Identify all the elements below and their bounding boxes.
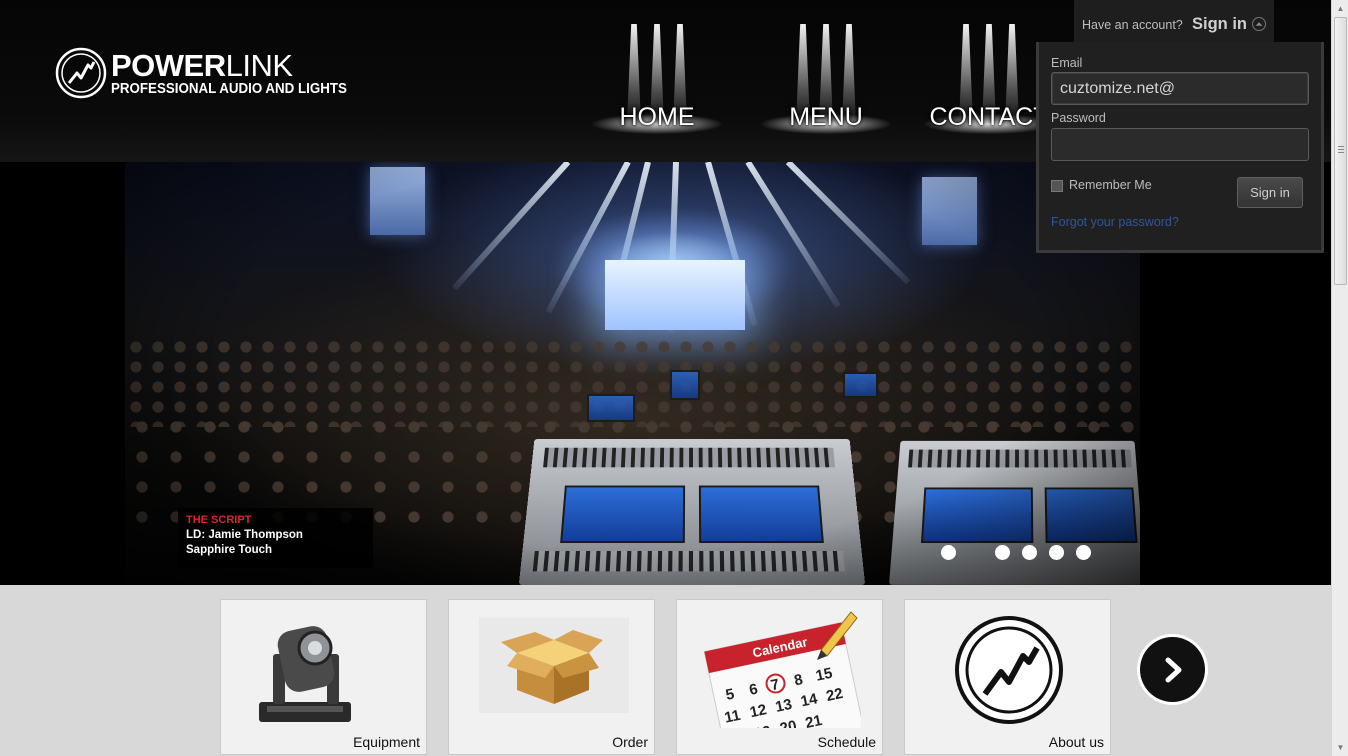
caption-line-console: Sapphire Touch — [186, 544, 273, 556]
account-bar: Have an account? Sign in — [1074, 0, 1274, 44]
logo-text: POWERLINK PROFESSIONAL AUDIO AND LIGHTS — [111, 50, 367, 97]
remember-me-label: Remember Me — [1069, 178, 1152, 192]
password-label: Password — [1051, 111, 1106, 125]
svg-text:12: 12 — [748, 701, 768, 721]
nav-link-home[interactable]: HOME — [582, 103, 732, 132]
signin-panel: Email Password Remember Me Sign in Forgo… — [1036, 42, 1324, 253]
scroll-up-arrow[interactable]: ▲ — [1332, 0, 1348, 17]
logo-title-bold: POWER — [111, 47, 226, 83]
slider-pagination — [941, 545, 1091, 560]
tile-label-schedule: Schedule — [817, 734, 876, 750]
svg-text:22: 22 — [825, 685, 845, 705]
svg-text:15: 15 — [814, 665, 834, 685]
tile-label-equipment: Equipment — [353, 734, 420, 750]
remember-me-checkbox[interactable] — [1051, 180, 1063, 192]
powerlink-logo-icon — [955, 616, 1063, 724]
slider-dot[interactable] — [1076, 545, 1091, 560]
scroll-down-arrow[interactable]: ▼ — [1332, 739, 1348, 756]
tile-label-about-us: About us — [1048, 734, 1104, 750]
logo-title: POWERLINK — [111, 50, 367, 81]
svg-text:13: 13 — [774, 696, 794, 716]
calendar-icon: Calendar 5 6 7 8 15 11 12 13 14 22 19 20… — [703, 611, 861, 728]
signin-button[interactable]: Sign in — [1237, 177, 1303, 208]
caption-line-designer: LD: Jamie Thompson — [186, 529, 303, 541]
logo-tagline: PROFESSIONAL AUDIO AND LIGHTS — [111, 80, 347, 97]
chevron-right-icon — [1165, 657, 1181, 682]
tile-schedule[interactable]: Calendar 5 6 7 8 15 11 12 13 14 22 19 20… — [676, 599, 883, 755]
slider-dot[interactable] — [995, 545, 1010, 560]
open-box-icon — [479, 618, 629, 713]
nav-item-home[interactable]: HOME — [582, 12, 732, 140]
site-logo[interactable]: POWERLINK PROFESSIONAL AUDIO AND LIGHTS — [55, 47, 367, 99]
scrollbar-grip — [1338, 146, 1344, 154]
carousel-next-button[interactable] — [1140, 637, 1205, 702]
email-field[interactable] — [1051, 72, 1309, 105]
logo-title-light: LINK — [225, 47, 293, 83]
forgot-password-link[interactable]: Forgot your password? — [1051, 215, 1179, 229]
slider-dot[interactable] — [968, 545, 983, 560]
caption-title: THE SCRIPT — [186, 514, 252, 526]
tile-label-order: Order — [612, 734, 648, 750]
password-field[interactable] — [1051, 128, 1309, 161]
scrollbar-thumb[interactable] — [1334, 17, 1347, 285]
nav-item-menu[interactable]: MENU — [751, 12, 901, 140]
nav-link-menu[interactable]: MENU — [751, 103, 901, 132]
tile-order[interactable]: Order — [448, 599, 655, 755]
page: POWERLINK PROFESSIONAL AUDIO AND LIGHTS … — [0, 0, 1348, 756]
scrollbar[interactable]: ▲ ▼ — [1331, 0, 1348, 756]
slider-dot[interactable] — [941, 545, 956, 560]
chevron-up-icon[interactable] — [1252, 17, 1266, 31]
tile-equipment[interactable]: Equipment — [220, 599, 427, 755]
tile-about-us[interactable]: About us — [904, 599, 1111, 755]
signin-toggle[interactable]: Sign in — [1192, 15, 1247, 34]
slider-dot[interactable] — [1022, 545, 1037, 560]
moving-head-light-icon — [259, 626, 351, 722]
slide-caption: THE SCRIPT LD: Jamie Thompson Sapphire T… — [178, 508, 373, 568]
powerlink-logo-icon — [55, 47, 107, 99]
slider-dot[interactable] — [1049, 545, 1064, 560]
account-prompt: Have an account? — [1082, 18, 1183, 32]
email-label: Email — [1051, 56, 1083, 70]
